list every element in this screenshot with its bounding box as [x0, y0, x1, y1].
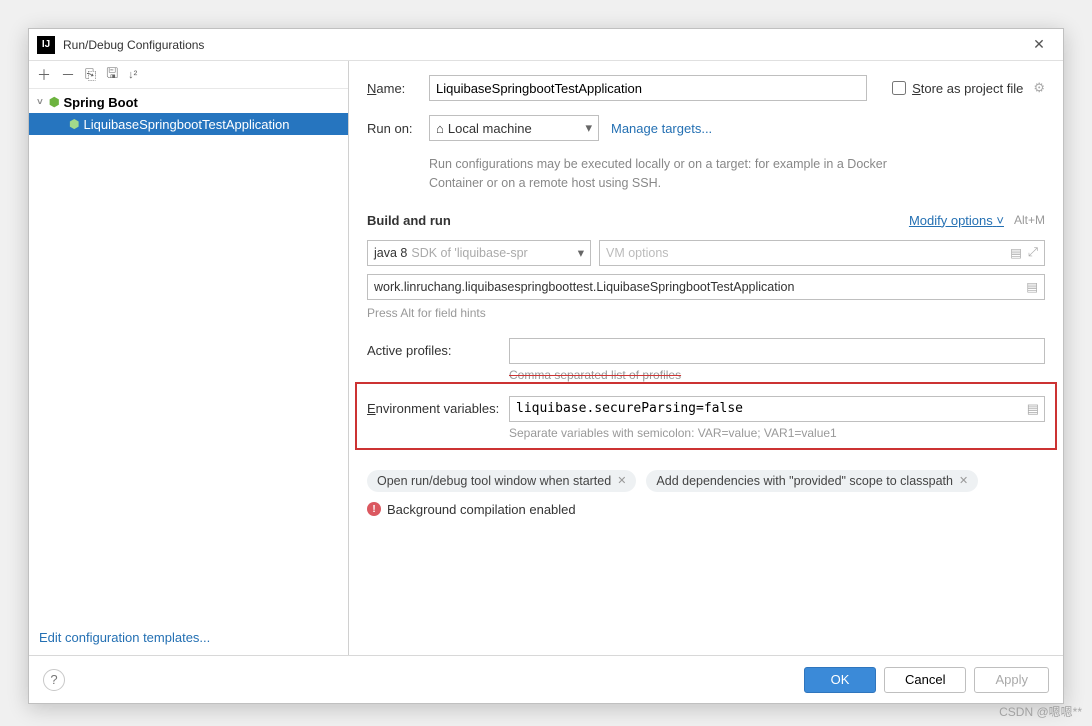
alt-hint: Press Alt for field hints: [367, 306, 1045, 320]
active-profiles-hint: Comma separated list of profiles: [509, 368, 1045, 382]
document-icon[interactable]: ▤: [1026, 279, 1038, 294]
tree-root-label: Spring Boot: [63, 95, 137, 110]
tree-root-spring-boot[interactable]: ˅ ⬢ Spring Boot: [29, 91, 348, 113]
main-class-value: work.linruchang.liquibasespringboottest.…: [374, 280, 794, 294]
sdk-vm-row: java 8 SDK of 'liquibase-spr ▾ VM option…: [367, 240, 1045, 266]
dialog-body: ＋ － ⎘ 🖫 ↓² ˅ ⬢ Spring Boot ⬢ LiquibaseSp…: [29, 61, 1063, 655]
build-run-title: Build and run: [367, 213, 451, 228]
runon-value: Local machine: [448, 121, 532, 136]
save-config-icon[interactable]: 🖫: [106, 63, 118, 87]
main-class-input[interactable]: work.linruchang.liquibasespringboottest.…: [367, 274, 1045, 300]
runon-hint: Run configurations may be executed local…: [429, 155, 909, 193]
pill-label: Add dependencies with "provided" scope t…: [656, 474, 953, 488]
chevron-down-icon: ▾: [578, 245, 584, 260]
modify-options-link[interactable]: Modify options ˅: [909, 213, 1004, 228]
sidebar-toolbar: ＋ － ⎘ 🖫 ↓²: [29, 61, 348, 89]
runon-row: Run on: ⌂ Local machine ▾ Manage targets…: [367, 115, 1045, 141]
store-label: Store as project file: [912, 81, 1023, 96]
name-label: Name:: [367, 81, 429, 96]
build-run-header: Build and run Modify options ˅ Alt+M: [367, 213, 1045, 228]
home-icon: ⌂: [436, 121, 444, 136]
config-tree: ˅ ⬢ Spring Boot ⬢ LiquibaseSpringbootTes…: [29, 89, 348, 620]
titlebar: IJ Run/Debug Configurations ✕: [29, 29, 1063, 61]
document-icon[interactable]: ▤: [1010, 245, 1022, 260]
list-icon[interactable]: ▤: [1027, 401, 1039, 417]
edit-templates-link[interactable]: Edit configuration templates...: [29, 620, 348, 655]
name-row: Name: Store as project file ⚙: [367, 75, 1045, 101]
expand-icon[interactable]: ⤢: [1028, 245, 1038, 260]
runon-label: Run on:: [367, 121, 429, 136]
apply-button[interactable]: Apply: [974, 667, 1049, 693]
dialog-title: Run/Debug Configurations: [63, 38, 1023, 52]
env-input[interactable]: [509, 396, 1045, 422]
vm-placeholder: VM options: [606, 246, 669, 260]
runon-select[interactable]: ⌂ Local machine ▾: [429, 115, 599, 141]
add-config-icon[interactable]: ＋: [37, 65, 51, 85]
gear-icon[interactable]: ⚙: [1033, 80, 1045, 96]
help-icon[interactable]: ?: [43, 669, 65, 691]
run-debug-config-dialog: IJ Run/Debug Configurations ✕ ＋ － ⎘ 🖫 ↓²…: [28, 28, 1064, 704]
vm-options-input[interactable]: VM options ▤ ⤢: [599, 240, 1045, 266]
pill-open-tool-window[interactable]: Open run/debug tool window when started …: [367, 470, 636, 492]
env-hint: Separate variables with semicolon: VAR=v…: [509, 426, 1045, 440]
spring-boot-icon: ⬢: [49, 95, 59, 109]
active-profiles-input[interactable]: [509, 338, 1045, 364]
chevron-down-icon: ▾: [585, 120, 592, 136]
ok-button[interactable]: OK: [804, 667, 876, 693]
copy-config-icon[interactable]: ⎘: [85, 66, 96, 83]
store-as-project-file[interactable]: Store as project file ⚙: [892, 80, 1045, 96]
pill-label: Open run/debug tool window when started: [377, 474, 611, 488]
sort-config-icon[interactable]: ↓²: [128, 69, 137, 81]
env-label: Environment variables:: [367, 401, 509, 416]
spring-boot-icon: ⬢: [69, 117, 79, 131]
sdk-select[interactable]: java 8 SDK of 'liquibase-spr ▾: [367, 240, 591, 266]
watermark: CSDN @嗯嗯**: [999, 703, 1082, 720]
modify-shortcut: Alt+M: [1014, 213, 1045, 227]
store-checkbox[interactable]: [892, 81, 906, 95]
name-input[interactable]: [429, 75, 867, 101]
warning-row: ! Background compilation enabled: [367, 502, 1045, 517]
chevron-down-icon: ˅: [37, 97, 49, 108]
sdk-value: java 8: [374, 246, 407, 260]
close-icon[interactable]: ✕: [1023, 29, 1055, 61]
close-icon[interactable]: ✕: [617, 474, 626, 487]
dialog-footer: ? OK Cancel Apply: [29, 655, 1063, 703]
main-panel: Name: Store as project file ⚙ Run on: ⌂ …: [349, 61, 1063, 655]
manage-targets-link[interactable]: Manage targets...: [611, 121, 712, 136]
tree-item-label: LiquibaseSpringbootTestApplication: [83, 117, 289, 132]
intellij-icon: IJ: [37, 36, 55, 54]
tree-item-selected[interactable]: ⬢ LiquibaseSpringbootTestApplication: [29, 113, 348, 135]
warning-text: Background compilation enabled: [387, 502, 576, 517]
sidebar: ＋ － ⎘ 🖫 ↓² ˅ ⬢ Spring Boot ⬢ LiquibaseSp…: [29, 61, 349, 655]
close-icon[interactable]: ✕: [959, 474, 968, 487]
env-highlight-box: Environment variables: ▤ Separate variab…: [355, 382, 1057, 450]
env-row: Environment variables: ▤: [367, 396, 1045, 422]
pill-provided-scope[interactable]: Add dependencies with "provided" scope t…: [646, 470, 978, 492]
chevron-down-icon: ˅: [996, 213, 1004, 228]
warning-icon: !: [367, 502, 381, 516]
active-profiles-label: Active profiles:: [367, 343, 509, 358]
options-pills: Open run/debug tool window when started …: [367, 470, 1045, 492]
remove-config-icon[interactable]: －: [61, 65, 75, 85]
active-profiles-row: Active profiles:: [367, 338, 1045, 364]
modify-options-label: Modify options: [909, 213, 993, 228]
cancel-button[interactable]: Cancel: [884, 667, 966, 693]
sdk-hint: SDK of 'liquibase-spr: [411, 246, 573, 260]
